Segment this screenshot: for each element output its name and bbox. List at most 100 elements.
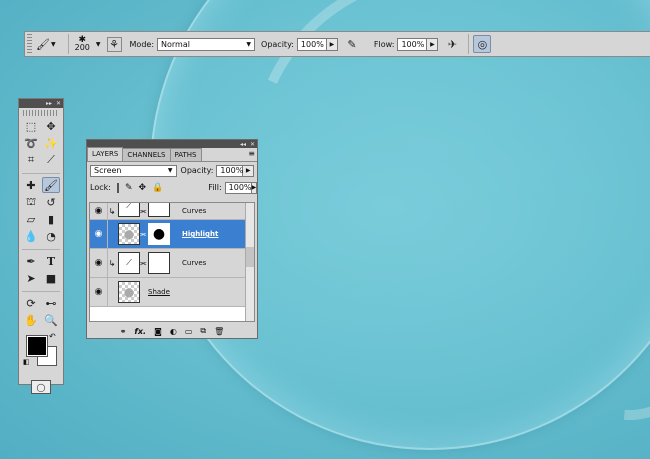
healing-brush-tool-icon[interactable]: ✚ [22,177,40,193]
link-icon: ⫘ [140,206,147,215]
layer-mask-thumbnail[interactable]: ● [148,223,170,245]
tab-layers[interactable]: LAYERS [87,147,124,161]
layer-style-button[interactable]: fx. [134,327,146,336]
tools-panel-header[interactable]: ▸▸ ✕ [19,99,63,108]
lock-position-icon[interactable]: ✥ [138,183,146,193]
pen-tool-icon[interactable]: ✒ [22,253,40,269]
clone-stamp-tool-icon[interactable]: ⛫ [22,194,40,210]
visibility-eye-icon[interactable]: ◉ [90,249,108,277]
dodge-tool-icon[interactable]: ◔ [42,228,60,244]
layer-opacity-input[interactable]: 100% [216,164,244,177]
curves-adjustment-icon: ⟋ [118,203,140,217]
tools-panel: ▸▸ ✕ ⬚ ✥ ➰ ✨ ⌗ ⟋ ✚ 🖌 ⛫ ↺ ▱ ▮ 💧 ◔ ✒ T ➤ ■… [18,98,64,394]
lasso-tool-icon[interactable]: ➰ [22,135,40,151]
blur-tool-icon[interactable]: 💧 [22,228,40,244]
panel-tabs: LAYERS CHANNELS PATHS ≡ [87,147,257,162]
layer-row-curves[interactable]: ◉ ↳ ⟋ ⫘ Curves [90,249,254,278]
lock-label: Lock: [90,183,111,192]
layers-panel-footer: ⚭ fx. ◙ ◐ ▭ ⧉ 🗑 [87,324,257,338]
3d-rotate-tool-icon[interactable]: ⟳ [22,295,40,311]
layer-opacity-slider-button[interactable]: ▶ [243,164,254,177]
tab-channels[interactable]: CHANNELS [122,148,171,161]
opacity-slider-button[interactable]: ▶ [326,37,338,51]
pressure-size-icon[interactable]: ◎ [473,35,492,53]
color-swatches: ↶ ◧ [23,332,63,372]
path-selection-tool-icon[interactable]: ➤ [22,270,40,286]
zoom-tool-icon[interactable]: 🔍 [42,312,60,328]
opacity-input[interactable]: 100% [296,37,327,51]
eyedropper-tool-icon[interactable]: ⟋ [42,152,60,168]
default-colors-icon[interactable]: ◧ [23,358,30,366]
brush-preset-picker[interactable]: ✱ 200 [75,36,90,52]
move-tool-icon[interactable]: ✥ [42,118,60,134]
curves-adjustment-icon: ⟋ [118,252,140,274]
airbrush-icon[interactable]: ✈ [444,36,460,52]
flow-input[interactable]: 100% [397,37,428,51]
visibility-eye-icon[interactable]: ◉ [90,278,108,306]
marquee-tool-icon[interactable]: ⬚ [22,118,40,134]
lock-transparency-icon[interactable] [116,182,119,193]
brush-size: 200 [74,43,90,52]
layer-list: ◉ ↳ ⟋ ⫘ Curves ◉ ● ⫘ ● Highlight ◉ ↳ ⟋ ⫘… [89,202,255,322]
lock-pixels-icon[interactable]: ✎ [125,183,133,193]
collapse-icon[interactable]: ◂◂ [240,141,246,148]
brush-tool-icon[interactable]: 🖌 [42,177,60,193]
quick-mask-button[interactable]: ◯ [31,380,51,394]
collapse-icon[interactable]: ▸▸ [46,100,52,107]
lock-all-icon[interactable]: 🔒 [152,183,163,193]
clipping-arrow-icon: ↳ [108,206,116,216]
magic-wand-tool-icon[interactable]: ✨ [42,135,60,151]
brush-panel-toggle-icon[interactable]: ⚘ [106,36,122,52]
mode-value: Normal [161,39,190,49]
layer-mask-thumbnail[interactable] [148,203,170,217]
link-layers-icon[interactable]: ⚭ [120,327,127,336]
scrollbar-thumb[interactable] [246,247,254,267]
shape-tool-icon[interactable]: ■ [42,270,60,286]
quick-mask-icon: ◯ [36,382,46,392]
3d-orbit-tool-icon[interactable]: ⊷ [42,295,60,311]
close-icon[interactable]: ✕ [56,100,61,107]
blend-mode-select[interactable]: Screen ▼ [90,164,177,177]
hand-tool-icon[interactable]: ✋ [22,312,40,328]
chevron-down-icon: ▼ [246,40,252,48]
swap-colors-icon[interactable]: ↶ [49,332,56,341]
layer-name: Shade [148,288,170,296]
type-tool-icon[interactable]: T [42,253,60,269]
link-icon: ⫘ [140,229,147,238]
layer-row-curves-top[interactable]: ◉ ↳ ⟋ ⫘ Curves [90,203,254,220]
add-mask-icon[interactable]: ◙ [154,327,162,336]
layer-list-scrollbar[interactable] [245,203,254,321]
layer-thumbnail: ● [118,281,140,303]
close-icon[interactable]: ✕ [250,141,255,148]
layers-panel: ◂◂ ✕ LAYERS CHANNELS PATHS ≡ Screen ▼ Op… [86,139,258,339]
fill-input[interactable]: 100% [224,181,252,194]
visibility-eye-icon[interactable]: ◉ [90,220,108,248]
layer-name: Highlight [182,230,219,238]
tools-panel-grip[interactable] [23,110,59,116]
panel-menu-icon[interactable]: ≡ [248,149,255,158]
layer-mask-thumbnail[interactable] [148,252,170,274]
flow-slider-button[interactable]: ▶ [427,37,439,51]
mode-select[interactable]: Normal ▼ [157,37,256,51]
visibility-eye-icon[interactable]: ◉ [90,203,108,219]
gradient-tool-icon[interactable]: ▮ [42,211,60,227]
layer-name: Curves [182,259,207,267]
layer-row-shade[interactable]: ◉ ● Shade [90,278,254,307]
adjustment-layer-icon[interactable]: ◐ [170,327,177,336]
foreground-color-swatch[interactable] [26,335,48,357]
eraser-tool-icon[interactable]: ▱ [22,211,40,227]
delete-layer-icon[interactable]: 🗑 [214,327,224,336]
new-group-icon[interactable]: ▭ [185,327,193,336]
chevron-down-icon[interactable]: ▼ [96,41,101,48]
tool-preset-picker[interactable]: 🖌 ▼ [35,36,56,52]
tab-paths[interactable]: PATHS [169,148,202,161]
crop-tool-icon[interactable]: ⌗ [22,152,40,168]
new-layer-icon[interactable]: ⧉ [200,326,206,336]
flow-label: Flow: [373,39,395,49]
pressure-opacity-icon[interactable]: ✎ [344,36,360,52]
layer-thumbnail: ● [118,223,140,245]
fill-slider-button[interactable]: ▶ [251,181,258,194]
options-bar-grip[interactable] [27,34,32,54]
history-brush-tool-icon[interactable]: ↺ [42,194,60,210]
layer-row-highlight[interactable]: ◉ ● ⫘ ● Highlight [90,220,254,249]
